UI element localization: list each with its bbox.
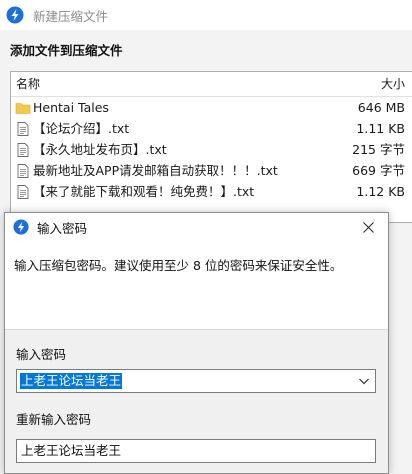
password-dialog: 输入密码 输入压缩包密码。建议使用至少 8 位的密码来保证安全性。 输入密码 上… <box>4 212 389 474</box>
window-title-bar: 新建压缩文件 <box>0 0 412 30</box>
app-logo-icon <box>13 219 29 235</box>
folder-icon <box>15 103 31 114</box>
file-size: 646 MB <box>353 97 405 118</box>
file-size: 669 字节 <box>348 160 405 181</box>
column-header-name[interactable]: 名称 <box>16 72 40 96</box>
close-icon <box>362 221 374 233</box>
file-size: 1.11 KB <box>352 118 405 139</box>
password-label: 输入密码 <box>16 347 67 362</box>
file-name: 【论坛介绍】.txt <box>33 121 130 136</box>
section-heading: 添加文件到压缩文件 <box>10 43 123 58</box>
file-size: 1.12 KB <box>352 181 405 202</box>
confirm-password-input[interactable]: 上老王论坛当老王 <box>21 443 121 459</box>
confirm-password-label: 重新输入密码 <box>16 412 92 427</box>
window-title: 新建压缩文件 <box>33 8 109 24</box>
text-file-icon <box>17 164 29 178</box>
file-name: 【永久地址发布页】.txt <box>33 142 167 157</box>
list-item[interactable]: 最新地址及APP请发邮箱自动获取！！！.txt 669 字节 <box>11 160 412 181</box>
file-size: 215 字节 <box>348 139 405 160</box>
password-combo[interactable]: 上老王论坛当老王 <box>16 369 376 393</box>
dialog-info-text: 输入压缩包密码。建议使用至少 8 位的密码来保证安全性。 <box>14 258 343 273</box>
column-header-size[interactable]: 大小 <box>381 72 405 96</box>
file-name: 【来了就能下载和观看！纯免费！】.txt <box>33 184 255 199</box>
dialog-title: 输入密码 <box>37 220 88 236</box>
app-logo-icon <box>6 6 24 24</box>
file-name: 最新地址及APP请发邮箱自动获取！！！.txt <box>33 163 278 178</box>
list-item[interactable]: 【永久地址发布页】.txt 215 字节 <box>11 139 412 160</box>
text-file-icon <box>17 185 29 199</box>
list-item[interactable]: 【来了就能下载和观看！纯免费！】.txt 1.12 KB <box>11 181 412 202</box>
text-file-icon <box>17 143 29 157</box>
confirm-password-field[interactable]: 上老王论坛当老王 <box>16 439 376 463</box>
text-file-icon <box>17 122 29 136</box>
file-list[interactable]: 名称 大小 Hentai Tales 646 MB 【论坛介绍】.txt 1.1… <box>10 71 412 223</box>
dialog-info-panel: 输入压缩包密码。建议使用至少 8 位的密码来保证安全性。 <box>5 241 388 330</box>
close-button[interactable] <box>348 213 388 241</box>
file-name: Hentai Tales <box>33 100 109 115</box>
list-header: 名称 大小 <box>11 72 412 97</box>
password-input[interactable]: 上老王论坛当老王 <box>20 373 123 389</box>
list-item[interactable]: Hentai Tales 646 MB <box>11 97 412 118</box>
dialog-title-bar[interactable]: 输入密码 <box>5 213 388 241</box>
chevron-down-icon[interactable] <box>358 375 370 387</box>
list-item[interactable]: 【论坛介绍】.txt 1.11 KB <box>11 118 412 139</box>
